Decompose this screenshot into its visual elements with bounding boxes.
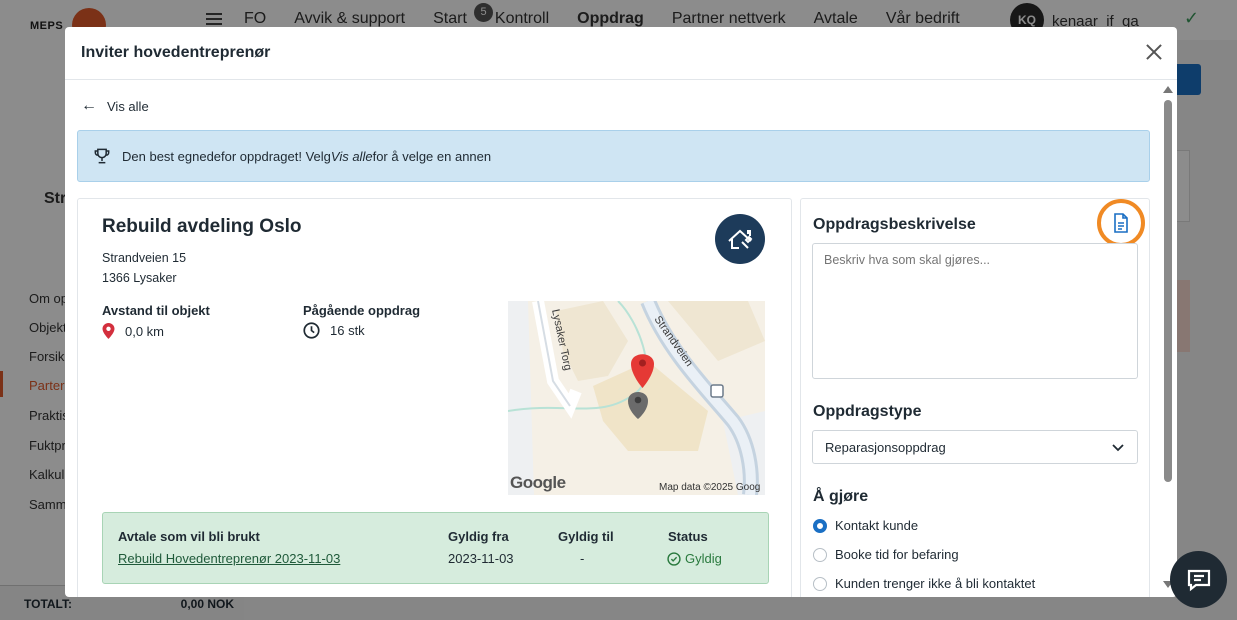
map-street-label-2: Strandveien: [652, 315, 696, 369]
status-badge: Gyldig: [667, 551, 722, 566]
clock-icon: [303, 322, 320, 339]
chat-button[interactable]: [1170, 551, 1227, 608]
ongoing-value: 16 stk: [330, 323, 365, 338]
todo-option-contact-customer[interactable]: Kontakt kunde: [813, 518, 918, 533]
status-value: Gyldig: [685, 551, 722, 566]
chat-icon: [1187, 569, 1210, 591]
todo-option-label: Kontakt kunde: [835, 518, 919, 533]
document-icon: [1114, 213, 1128, 233]
recommendation-alert: Den best egnedefor oppdraget! Velg Vis a…: [77, 130, 1150, 182]
scroll-thumb[interactable]: [1164, 100, 1172, 482]
invite-contractor-modal: Inviter hovedentreprenør ← Vis alle Den …: [65, 27, 1177, 597]
object-address-street: Strandveien 15: [102, 251, 187, 265]
distance-value: 0,0 km: [125, 323, 165, 339]
agreement-panel: Avtale som vil bli brukt Gyldig fra Gyld…: [102, 512, 769, 584]
svg-text:Strandveien: Strandveien: [652, 315, 696, 369]
agreement-link[interactable]: Rebuild Hovedentreprenør 2023-11-03: [118, 551, 340, 566]
agreement-col-header: Avtale som vil bli brukt: [118, 529, 260, 544]
arrow-left-icon: ←: [81, 97, 97, 114]
modal-body: ← Vis alle Den best egnedefor oppdraget!…: [65, 81, 1177, 597]
valid-to-col-header: Gyldig til: [558, 529, 614, 544]
todo-option-label: Kunden trenger ikke å bli kontaktet: [835, 576, 1036, 591]
chevron-down-icon: [1112, 444, 1124, 452]
map-credit: Map data ©2025 Goog: [659, 482, 761, 493]
modal-title: Inviter hovedentreprenør: [81, 44, 271, 61]
object-address-city: 1366 Lysaker: [102, 271, 177, 285]
modal-header: Inviter hovedentreprenør: [65, 27, 1177, 80]
assignment-card: Oppdragsbeskrivelse Oppdragstype Reparas…: [800, 198, 1150, 597]
radio-unchecked[interactable]: [813, 547, 827, 562]
description-textarea[interactable]: [812, 243, 1138, 379]
location-map[interactable]: Lysaker Torg Strandveien Google Map data…: [508, 301, 765, 495]
location-pin-icon: [102, 323, 115, 339]
show-all-link[interactable]: ← Vis alle: [81, 97, 149, 115]
type-select[interactable]: Reparasjonsoppdrag: [812, 430, 1138, 464]
show-all-label: Vis alle: [107, 98, 149, 114]
todo-option-no-contact[interactable]: Kunden trenger ikke å bli kontaktet: [813, 576, 1035, 591]
ongoing-value-row: 16 stk: [303, 322, 365, 339]
object-title: Rebuild avdeling Oslo: [102, 216, 302, 237]
contractor-logo: [715, 214, 765, 264]
valid-from-col-header: Gyldig fra: [448, 529, 509, 544]
radio-checked[interactable]: [813, 518, 827, 533]
type-heading: Oppdragstype: [813, 403, 922, 420]
modal-scrollbar[interactable]: [1159, 81, 1177, 597]
distance-value-row: 0,0 km: [102, 323, 164, 339]
todo-heading: Å gjøre: [813, 488, 869, 505]
map-street-label-1: Lysaker Torg: [549, 308, 574, 372]
alert-text-after: for å velge en annen: [372, 148, 492, 164]
alert-text-emphasis: Vis alle: [330, 148, 373, 164]
radio-unchecked[interactable]: [813, 576, 827, 591]
valid-to-value: -: [580, 551, 585, 566]
valid-from-value: 2023-11-03: [448, 551, 514, 566]
alert-text-before: Den best egnedefor oppdraget! Velg: [122, 148, 331, 164]
check-circle-icon: [667, 551, 681, 566]
trophy-icon: [94, 148, 110, 164]
object-card: Rebuild avdeling Oslo Strandveien 15 136…: [77, 198, 792, 597]
distance-label: Avstand til objekt: [102, 303, 210, 318]
ongoing-label: Pågående oppdrag: [303, 303, 421, 318]
type-selected-value: Reparasjonsoppdrag: [825, 439, 946, 455]
house-tools-icon: [728, 229, 753, 249]
google-logo: Google: [510, 473, 566, 492]
todo-option-label: Booke tid for befaring: [835, 547, 959, 562]
close-icon[interactable]: [1143, 41, 1165, 63]
todo-option-book-inspection[interactable]: Booke tid for befaring: [813, 547, 959, 562]
status-col-header: Status: [668, 529, 708, 544]
scroll-up-arrow-icon[interactable]: [1163, 86, 1173, 93]
svg-text:Lysaker Torg: Lysaker Torg: [549, 308, 574, 372]
description-heading: Oppdragsbeskrivelse: [813, 216, 976, 233]
document-template-button[interactable]: [1097, 199, 1145, 247]
